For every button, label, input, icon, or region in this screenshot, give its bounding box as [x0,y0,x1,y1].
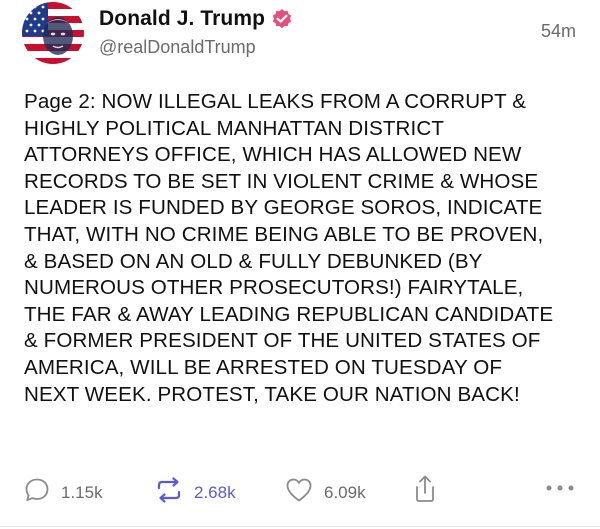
flag-portrait-avatar-icon [22,2,84,64]
like-count: 6.09k [324,482,366,502]
more-options-button[interactable] [545,480,575,498]
heart-icon [284,476,314,509]
post-line: THE FAR & AWAY LEADING REPUBLICAN CANDID… [24,302,554,326]
post-card: Donald J. Trump @realDonaldTrump 54m Pag… [0,0,600,529]
post-line: AMERICA, WILL BE ARRESTED ON TUESDAY OF [24,355,503,379]
more-icon [545,480,575,498]
post-line: LEADER IS FUNDED BY GEORGE SOROS, INDICA… [24,196,543,220]
post-actions: 1.15k 2.68k 6.09k [0,470,600,512]
share-button[interactable] [412,474,438,509]
verified-badge-icon [271,8,293,30]
post-line: ATTORNEYS OFFICE, WHICH HAS ALLOWED NEW [24,143,522,167]
comment-icon [23,476,51,509]
author-display-name[interactable]: Donald J. Trump [99,7,265,31]
reblog-icon [154,476,184,509]
post-line: NUMEROUS OTHER PROSECUTORS!) FAIRYTALE, [24,276,524,300]
author-row: Donald J. Trump [99,5,293,33]
author-handle[interactable]: @realDonaldTrump [99,37,256,58]
like-button[interactable]: 6.09k [284,476,366,509]
post-timestamp[interactable]: 54m [541,21,576,42]
share-icon [412,474,438,509]
reblog-count: 2.68k [194,482,236,502]
post-body: Page 2: NOW ILLEGAL LEAKS FROM A CORRUPT… [24,89,580,408]
post-line: & BASED ON AN OLD & FULLY DEBUNKED (BY [24,249,483,273]
reply-count: 1.15k [61,482,103,502]
post-line: HIGHLY POLITICAL MANHATTAN DISTRICT [24,116,444,140]
post-line: Page 2: NOW ILLEGAL LEAKS FROM A CORRUPT… [24,90,527,113]
reply-button[interactable]: 1.15k [23,476,103,509]
avatar[interactable] [22,2,84,64]
post-line: NEXT WEEK. PROTEST, TAKE OUR NATION BACK… [24,382,520,406]
divider [0,526,600,527]
reblog-button[interactable]: 2.68k [154,476,236,509]
post-line: & FORMER PRESIDENT OF THE UNITED STATES … [24,329,541,353]
post-line: RECORDS TO BE SET IN VIOLENT CRIME & WHO… [24,169,539,193]
post-line: THAT, WITH NO CRIME BEING ABLE TO BE PRO… [24,222,544,246]
